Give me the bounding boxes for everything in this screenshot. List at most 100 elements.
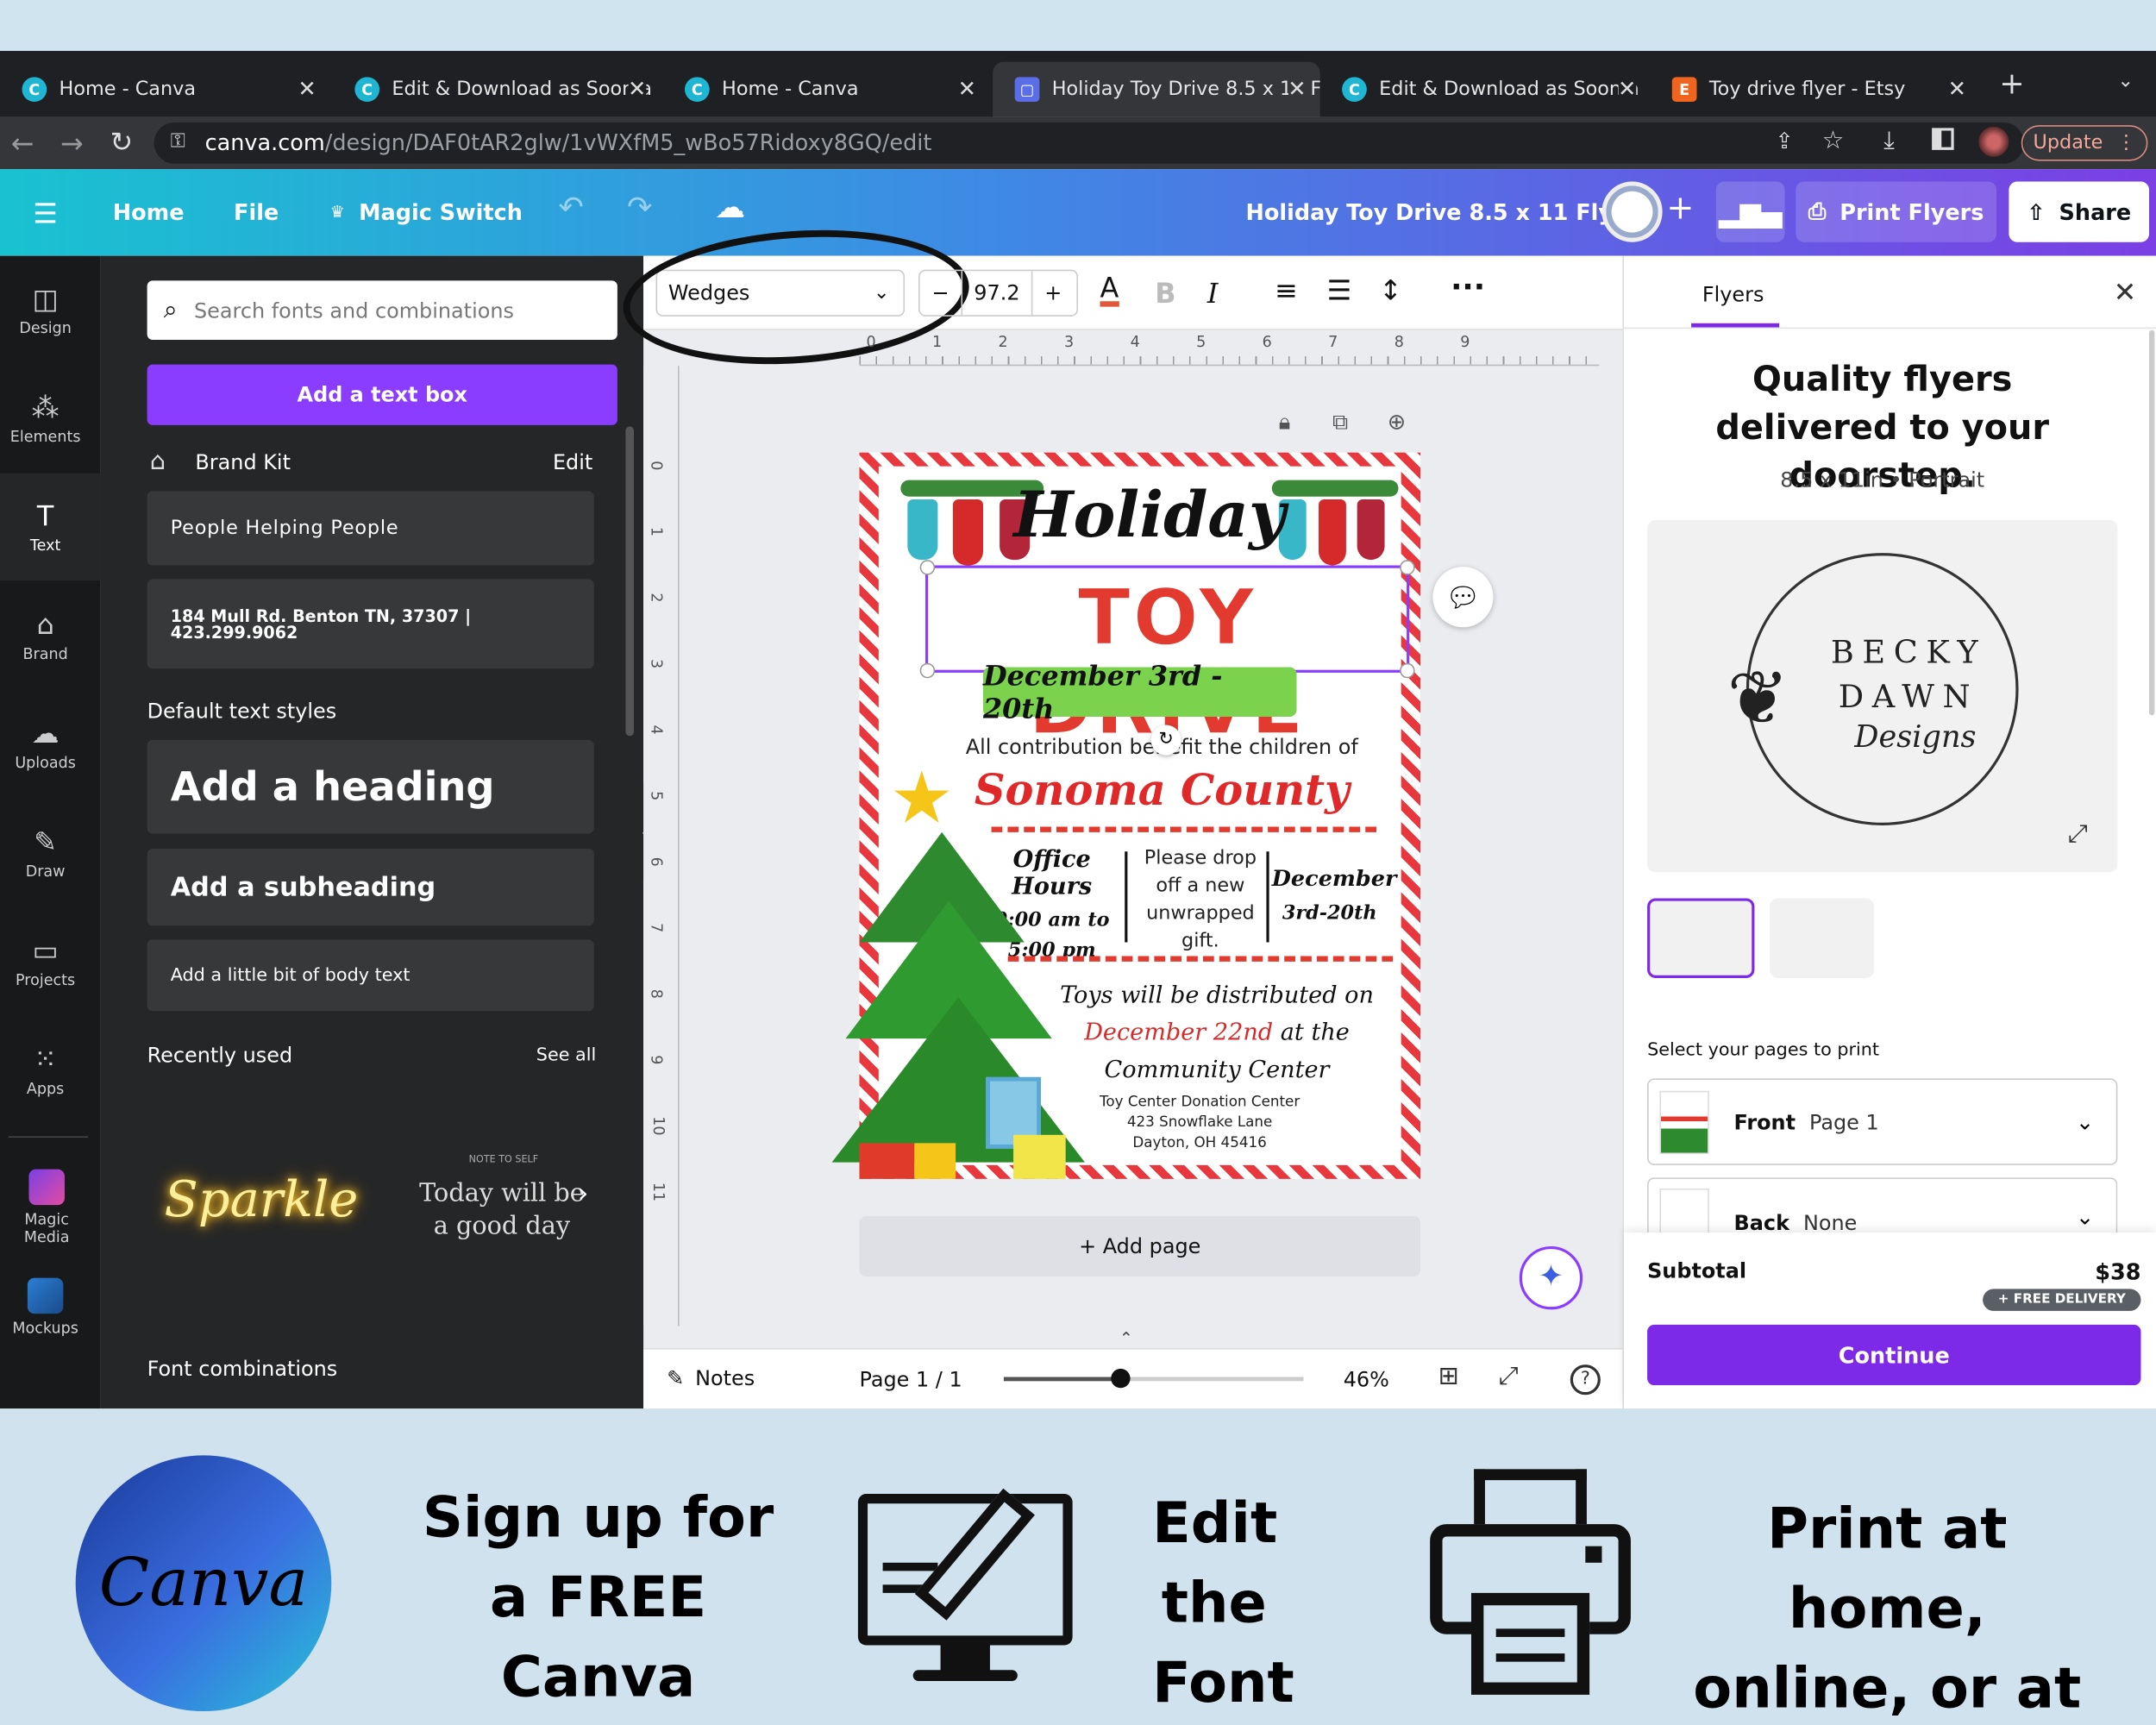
site-info-icon[interactable]: ⚿ <box>171 131 185 154</box>
fullscreen-icon[interactable]: ⤢ <box>1499 1362 1519 1390</box>
rail-draw[interactable]: ✎ Draw <box>0 827 91 881</box>
url-field[interactable]: canva.com/design/DAF0tAR2glw/1vWXfM5_wBo… <box>154 122 2024 164</box>
close-icon[interactable]: ✕ <box>627 75 647 103</box>
insights-button[interactable]: ▂▆▄ <box>1715 181 1785 242</box>
rail-apps[interactable]: ⁙ Apps <box>0 1044 91 1098</box>
add-page-button[interactable]: + Add page <box>859 1215 1421 1277</box>
panel-scrollbar[interactable] <box>625 426 635 737</box>
browser-tab[interactable]: C Home - Canva ✕ <box>662 62 989 117</box>
flyer-page[interactable]: Holiday TOY DRIVE December 3rd - 20th Al… <box>831 452 1421 1179</box>
flyer-date-banner[interactable]: December 3rd - 20th <box>982 659 1297 725</box>
cloud-saved-icon[interactable]: ☁ <box>715 191 745 226</box>
tab-list-icon[interactable]: ⌄ <box>2117 70 2134 92</box>
close-panel-icon[interactable]: ✕ <box>2114 275 2137 308</box>
help-icon[interactable]: ? <box>1570 1364 1601 1396</box>
recent-font-today[interactable]: NOTE TO SELF Today will be a good day <box>407 1089 599 1309</box>
new-tab-icon[interactable]: + <box>1999 67 2024 102</box>
bold-icon[interactable]: B <box>1155 277 1175 310</box>
tab-flyers[interactable]: Flyers <box>1702 282 1764 307</box>
brand-font-card[interactable]: People Helping People <box>147 491 594 566</box>
lock-icon[interactable]: 🔒︎ <box>1279 409 1291 436</box>
rail-text[interactable]: T Text <box>0 501 91 555</box>
home-button[interactable]: Home <box>113 199 185 225</box>
menu-icon[interactable]: ☰ <box>33 197 58 229</box>
browser-tab-active[interactable]: ▢ Holiday Toy Drive 8.5 x 11 F ✕ <box>993 61 1320 117</box>
thumbnail[interactable] <box>1769 898 1875 978</box>
browser-tab[interactable]: C Edit & Download as Soon a ✕ <box>1320 62 1651 117</box>
share-button[interactable]: ⇧ Share <box>2009 181 2150 242</box>
add-heading-card[interactable]: Add a heading <box>147 740 594 834</box>
resize-handle[interactable] <box>919 560 936 575</box>
right-scrollbar[interactable] <box>2149 329 2155 716</box>
rail-brand[interactable]: ⌂ Brand <box>0 610 91 663</box>
spacing-icon[interactable]: ↕ <box>1379 273 1402 306</box>
redo-icon[interactable]: ↷ <box>627 191 652 226</box>
more-options-icon[interactable]: ··· <box>1451 271 1485 305</box>
carousel-next-icon[interactable]: › <box>578 1176 589 1209</box>
expand-footer-icon[interactable]: ⌃ <box>1119 1329 1144 1348</box>
back-icon[interactable]: ← <box>11 127 34 160</box>
undo-icon[interactable]: ↶ <box>558 191 583 226</box>
forward-icon[interactable]: → <box>60 127 84 160</box>
italic-icon[interactable]: I <box>1207 277 1219 310</box>
close-icon[interactable]: ✕ <box>298 76 316 102</box>
browser-tab[interactable]: E Toy drive flyer - Etsy ✕ <box>1650 62 1980 117</box>
add-page-icon[interactable]: ⊕ <box>1388 409 1406 435</box>
close-icon[interactable]: ✕ <box>1288 75 1307 103</box>
resize-handle[interactable] <box>1400 560 1415 575</box>
rail-magic-media[interactable]: Magic Media <box>0 1169 93 1246</box>
rail-design[interactable]: ◫ Design <box>0 284 91 337</box>
flyer-distribution[interactable]: Toys will be distributed on December 22n… <box>1052 978 1382 1089</box>
rail-elements[interactable]: ⁂ Elements <box>0 392 91 446</box>
rail-projects[interactable]: ▭ Projects <box>0 936 91 989</box>
add-body-card[interactable]: Add a little bit of body text <box>147 939 594 1012</box>
list-icon[interactable]: ☰ <box>1327 273 1352 306</box>
document-title[interactable]: Holiday Toy Drive 8.5 x 11 Flyer <box>1246 199 1639 225</box>
thumbnail-selected[interactable] <box>1647 898 1755 978</box>
decrease-size-icon[interactable]: − <box>920 280 962 305</box>
add-text-box-button[interactable]: Add a text box <box>147 364 617 425</box>
selected-text-frame[interactable]: TOY DRIVE <box>919 560 1415 753</box>
font-size-stepper[interactable]: − 97.2 + <box>918 269 1079 317</box>
magic-assistant-icon[interactable]: ✦ <box>1519 1245 1583 1310</box>
close-icon[interactable]: ✕ <box>958 76 976 102</box>
team-avatar[interactable] <box>1601 181 1663 242</box>
profile-avatar[interactable] <box>1978 126 2009 157</box>
share-page-icon[interactable]: ⇪ <box>1775 128 1793 154</box>
comment-icon[interactable]: 💬︎ <box>1432 567 1494 628</box>
flyer-december[interactable]: December 3rd-20th <box>1272 865 1397 925</box>
reload-icon[interactable]: ↻ <box>110 125 134 158</box>
download-icon[interactable]: ⤓ <box>1883 127 1895 155</box>
add-subheading-card[interactable]: Add a subheading <box>147 849 594 926</box>
front-page-select[interactable]: Front Page 1 ⌄ <box>1647 1078 2118 1165</box>
close-icon[interactable]: ✕ <box>1617 75 1637 103</box>
flyer-drop-off[interactable]: Please drop off a new unwrapped gift. <box>1143 844 1258 955</box>
sidepanel-icon[interactable] <box>1932 128 1954 150</box>
see-all-link[interactable]: See all <box>536 1045 596 1066</box>
add-collaborator-icon[interactable]: + <box>1666 189 1694 228</box>
rail-mockups[interactable]: Mockups <box>0 1277 91 1337</box>
align-center-icon[interactable]: ≡ <box>1275 273 1298 306</box>
zoom-slider[interactable] <box>1003 1368 1304 1389</box>
file-button[interactable]: File <box>234 199 279 225</box>
update-button[interactable]: Update ⋮ <box>2021 125 2148 161</box>
font-search-input[interactable]: ⌕ Search fonts and combinations <box>147 280 617 340</box>
flyer-holiday[interactable]: Holiday <box>859 477 1439 551</box>
magic-switch-button[interactable]: Magic Switch <box>359 199 523 225</box>
brand-font-card[interactable]: 184 Mull Rd. Benton TN, 37307 | 423.299.… <box>147 579 594 669</box>
bookmark-icon[interactable]: ☆ <box>1822 127 1845 155</box>
notes-button[interactable]: ✎ Notes <box>667 1366 755 1391</box>
browser-tab[interactable]: C Edit & Download as Soon a ✕ <box>333 62 660 117</box>
page-indicator[interactable]: Page 1 / 1 <box>859 1367 962 1392</box>
rail-uploads[interactable]: ☁ Uploads <box>0 718 91 772</box>
increase-size-icon[interactable]: + <box>1032 280 1074 305</box>
recent-font-sparkle[interactable]: Sparkle <box>151 1089 371 1309</box>
back-page-select[interactable]: Back None ⌄ <box>1647 1177 2118 1233</box>
text-color-icon[interactable]: A <box>1100 273 1119 307</box>
zoom-value[interactable]: 46% <box>1344 1367 1389 1392</box>
brand-kit-edit-link[interactable]: Edit <box>553 450 592 475</box>
duplicate-page-icon[interactable]: ⧉ <box>1332 409 1348 436</box>
print-flyers-button[interactable]: ⎙ Print Flyers <box>1796 181 1997 242</box>
continue-button[interactable]: Continue <box>1647 1324 2141 1386</box>
zoom-slider-thumb[interactable] <box>1111 1368 1131 1389</box>
